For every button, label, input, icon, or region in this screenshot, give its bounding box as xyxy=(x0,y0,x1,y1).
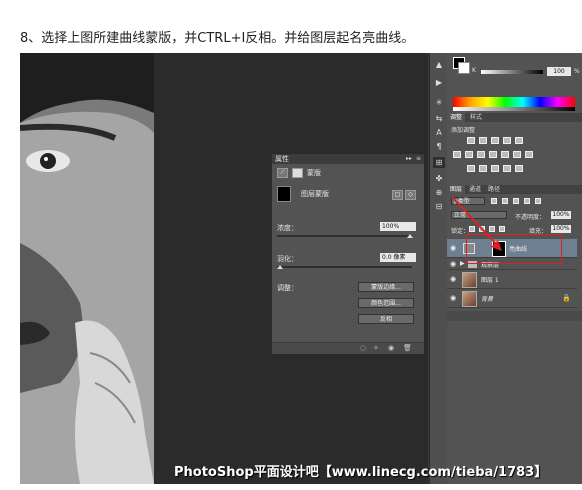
watermark-text: PhotoShop平面设计吧【www.linecg.com/tieba/1783… xyxy=(174,465,548,480)
annotation-arrow xyxy=(451,196,502,251)
photoshop-screenshot: 属性 ▸▸ ≡ ⟋ 蒙版 图层蒙版 ▢ ◇ 浓度： 100% 羽化： 0.0 像… xyxy=(20,53,582,484)
instruction-caption: 8、选择上图所建曲线蒙版，并CTRL+I反相。并给图层起名亮曲线。 xyxy=(20,31,415,46)
